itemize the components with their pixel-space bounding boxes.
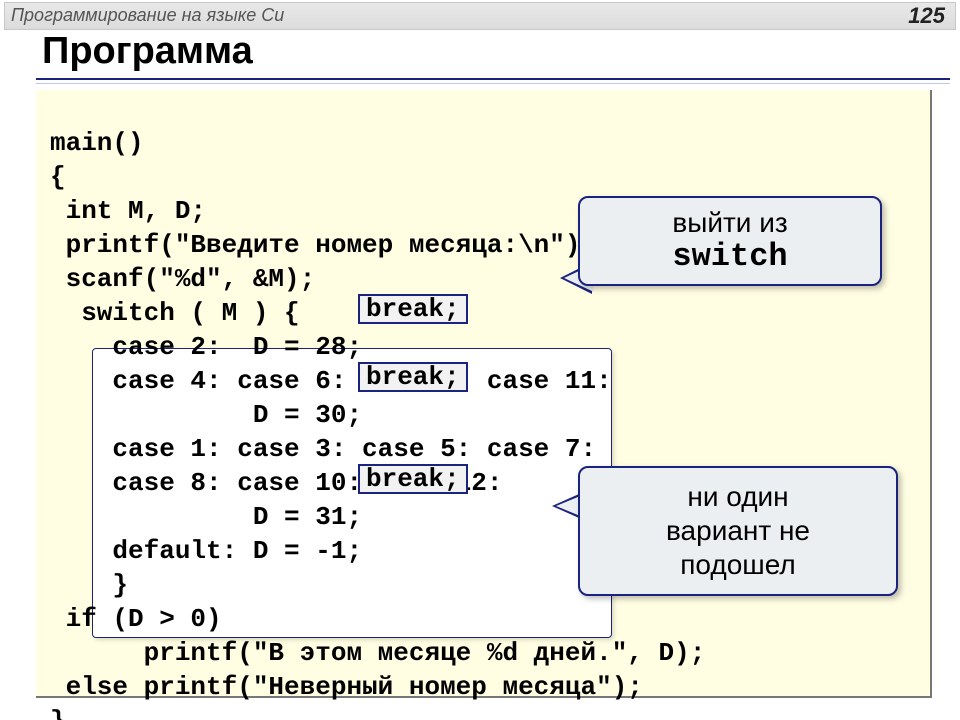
callout-1-keyword: switch — [590, 240, 870, 274]
page-number: 125 — [908, 3, 945, 29]
callout-2-line3: подошел — [594, 548, 882, 582]
break-keyword-3: break; — [358, 464, 468, 494]
break-keyword-2: break; — [358, 362, 468, 392]
top-bar: Программирование на языке Си 125 — [4, 2, 956, 30]
topbar-title: Программирование на языке Си — [11, 5, 284, 26]
callout-1-line1: выйти из — [590, 206, 870, 240]
callout-exit-switch: выйти из switch — [578, 196, 882, 286]
slide: Программирование на языке Си 125 Програм… — [0, 0, 960, 720]
callout-no-match: ни один вариант не подошел — [578, 466, 898, 596]
break-keyword-1: break; — [358, 294, 468, 324]
code-box: main() { int M, D; printf("Введите номер… — [36, 90, 932, 698]
slide-heading: Программа — [42, 30, 253, 73]
callout-2-line2: вариант не — [594, 514, 882, 548]
heading-rule — [36, 78, 950, 84]
callout-2-line1: ни один — [594, 480, 882, 514]
